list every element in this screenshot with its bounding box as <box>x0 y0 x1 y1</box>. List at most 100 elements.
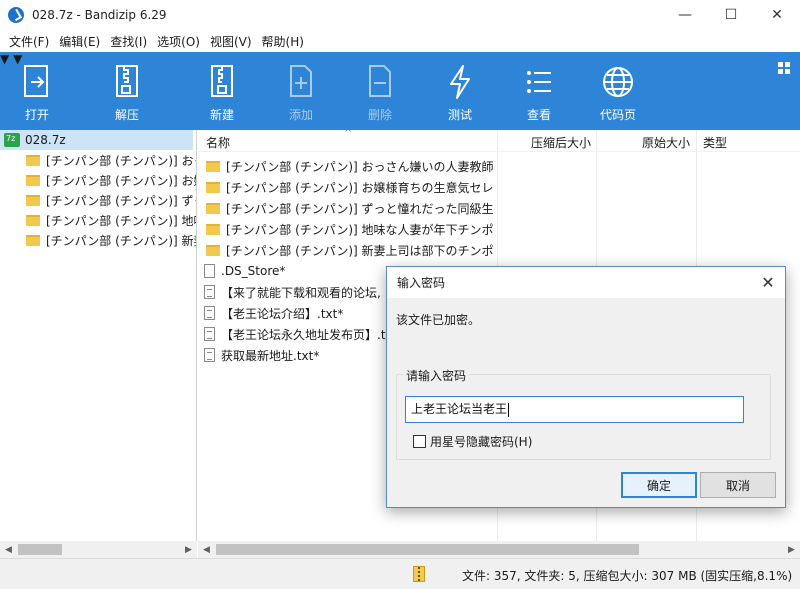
folder-icon <box>26 234 40 246</box>
tree-item-label: [チンパン部 (チンパン)] 地味な人妻が年下チンポ <box>46 213 196 228</box>
test-label: 测试 <box>447 108 472 122</box>
tree-item[interactable]: [チンパン部 (チンパン)] おっさん嫌いの人妻教師 <box>0 150 196 170</box>
window-controls: — ☐ ✕ <box>662 0 800 30</box>
password-input[interactable]: 上老王论坛当老王 <box>405 396 744 423</box>
password-dialog: 输入密码 ✕ 该文件已加密。 请输入密码 上老王论坛当老王 用星号隐藏密码(H)… <box>386 266 786 508</box>
list-horizontal-scrollbar[interactable]: ◀ ▶ <box>198 541 800 558</box>
menu-options[interactable]: 选项(O) <box>152 33 205 50</box>
new-archive-button[interactable]: 新建 <box>202 52 242 130</box>
file-name: [チンパン部 (チンパン)] 地味な人妻が年下チンポ... <box>226 222 494 237</box>
delete-button[interactable]: 删除 <box>360 52 400 130</box>
scroll-left-arrow-icon[interactable]: ◀ <box>198 541 215 558</box>
hide-password-checkbox[interactable] <box>413 435 426 448</box>
text-file-icon <box>204 327 215 341</box>
close-button[interactable]: ✕ <box>754 0 800 30</box>
ok-button[interactable]: 确定 <box>621 472 697 498</box>
hide-password-label: 用星号隐藏密码(H) <box>430 435 533 449</box>
new-archive-icon <box>202 62 242 102</box>
scrollbar-thumb[interactable] <box>216 544 639 555</box>
folder-icon <box>26 174 40 186</box>
menu-bar: 文件(F) 编辑(E) 查找(I) 选项(O) 视图(V) 帮助(H) <box>0 30 800 52</box>
status-bar: 文件: 357, 文件夹: 5, 压缩包大小: 307 MB (固实压缩,8.1… <box>0 558 800 589</box>
minimize-button[interactable]: — <box>662 0 708 30</box>
file-name: [チンパン部 (チンパン)] ずっと憧れだった同級生... <box>226 201 494 216</box>
tree-horizontal-scrollbar[interactable]: ◀ ▶ <box>0 541 197 558</box>
tree-item-label: [チンパン部 (チンパン)] 新妻上司は部下のチンポ <box>46 233 196 248</box>
dialog-close-icon[interactable]: ✕ <box>751 267 785 298</box>
extract-button[interactable]: 解压 <box>107 52 147 130</box>
menu-find[interactable]: 查找(I) <box>105 33 152 50</box>
tree-item-label: [チンパン部 (チンパン)] ずっと憧れだった同級生 <box>46 193 196 208</box>
folder-icon <box>206 202 220 214</box>
folder-icon <box>206 181 220 193</box>
test-button[interactable]: 测试 <box>440 52 480 130</box>
password-group-label: 请输入密码 <box>403 367 470 384</box>
open-dropdown-chevron-icon[interactable]: ▼ <box>0 52 9 66</box>
tree-item[interactable]: [チンパン部 (チンパン)] 地味な人妻が年下チンポ <box>0 210 196 230</box>
tree-root-archive[interactable]: 028.7z <box>0 130 193 150</box>
open-archive-icon <box>17 62 57 102</box>
menu-file[interactable]: 文件(F) <box>4 33 54 50</box>
sort-ascending-icon: ^ <box>344 130 353 139</box>
file-name: 获取最新地址.txt* <box>221 348 320 363</box>
view-button[interactable]: 查看 <box>519 52 559 130</box>
file-name: .DS_Store* <box>221 264 286 278</box>
folder-icon <box>206 244 220 256</box>
file-name: 【老王论坛永久地址发布页】.t <box>221 327 386 342</box>
lightning-icon <box>440 62 480 102</box>
folder-icon <box>206 160 220 172</box>
delete-label: 删除 <box>367 108 392 122</box>
column-compressed-size[interactable]: 压缩后大小 <box>531 134 591 151</box>
folder-icon <box>26 214 40 226</box>
tree-item[interactable]: [チンパン部 (チンパン)] ずっと憧れだった同級生 <box>0 190 196 210</box>
scroll-right-arrow-icon[interactable]: ▶ <box>783 541 800 558</box>
add-button[interactable]: 添加 <box>281 52 321 130</box>
delete-file-icon <box>360 62 400 102</box>
add-label: 添加 <box>288 108 313 122</box>
cancel-button[interactable]: 取消 <box>700 472 776 498</box>
tree-root-label: 028.7z <box>25 133 66 147</box>
toolbar: 打开 ▼ 解压 ▼ 新建 添加 删除 测试 查看 代码页 <box>0 52 800 130</box>
layout-grid-icon[interactable] <box>778 62 790 74</box>
codepage-label: 代码页 <box>599 108 636 122</box>
menu-help[interactable]: 帮助(H) <box>257 33 309 50</box>
menu-edit[interactable]: 编辑(E) <box>54 33 105 50</box>
extract-icon <box>107 62 147 102</box>
menu-view[interactable]: 视图(V) <box>205 33 257 50</box>
folder-tree: 028.7z [チンパン部 (チンパン)] おっさん嫌いの人妻教師 [チンパン部… <box>0 130 197 541</box>
file-row[interactable]: [チンパン部 (チンパン)] ずっと憧れだった同級生... <box>204 198 494 218</box>
tree-item[interactable]: [チンパン部 (チンパン)] お嬢様育ちの生意気セレブ <box>0 170 196 190</box>
text-file-icon <box>204 348 215 362</box>
tree-item[interactable]: [チンパン部 (チンパン)] 新妻上司は部下のチンポ <box>0 230 196 250</box>
bandizip-app-icon <box>8 7 24 23</box>
column-name[interactable]: 名称 <box>206 134 230 151</box>
file-row[interactable]: [チンパン部 (チンパン)] 新妻上司は部下のチンポ... <box>204 240 494 260</box>
scroll-right-arrow-icon[interactable]: ▶ <box>180 541 197 558</box>
list-view-icon <box>519 62 559 102</box>
view-label: 查看 <box>526 108 551 122</box>
column-type[interactable]: 类型 <box>703 134 727 151</box>
globe-icon <box>598 62 638 102</box>
text-file-icon <box>204 306 215 320</box>
file-row[interactable]: [チンパン部 (チンパン)] おっさん嫌いの人妻教師... <box>204 156 494 176</box>
file-icon <box>204 264 215 278</box>
open-label: 打开 <box>24 108 49 122</box>
text-file-icon <box>204 285 215 299</box>
title-bar: 028.7z - Bandizip 6.29 — ☐ ✕ <box>0 0 800 30</box>
codepage-button[interactable]: 代码页 <box>598 52 638 130</box>
file-name: 【老王论坛介绍】.txt* <box>221 306 344 321</box>
folder-icon <box>26 194 40 206</box>
file-name: [チンパン部 (チンパン)] 新妻上司は部下のチンポ... <box>226 243 494 258</box>
open-button[interactable]: 打开 <box>17 52 57 130</box>
scrollbar-thumb[interactable] <box>18 544 62 555</box>
tree-item-label: [チンパン部 (チンパン)] お嬢様育ちの生意気セレブ <box>46 173 196 188</box>
scroll-left-arrow-icon[interactable]: ◀ <box>0 541 17 558</box>
maximize-button[interactable]: ☐ <box>708 0 754 30</box>
add-file-icon <box>281 62 321 102</box>
column-original-size[interactable]: 原始大小 <box>642 134 690 151</box>
archive-zip-icon <box>413 566 425 582</box>
dialog-title: 输入密码 <box>397 276 446 290</box>
file-row[interactable]: [チンパン部 (チンパン)] 地味な人妻が年下チンポ... <box>204 219 494 239</box>
file-row[interactable]: [チンパン部 (チンパン)] お嬢様育ちの生意気セレ... <box>204 177 494 197</box>
hide-password-option[interactable]: 用星号隐藏密码(H) <box>413 433 532 450</box>
